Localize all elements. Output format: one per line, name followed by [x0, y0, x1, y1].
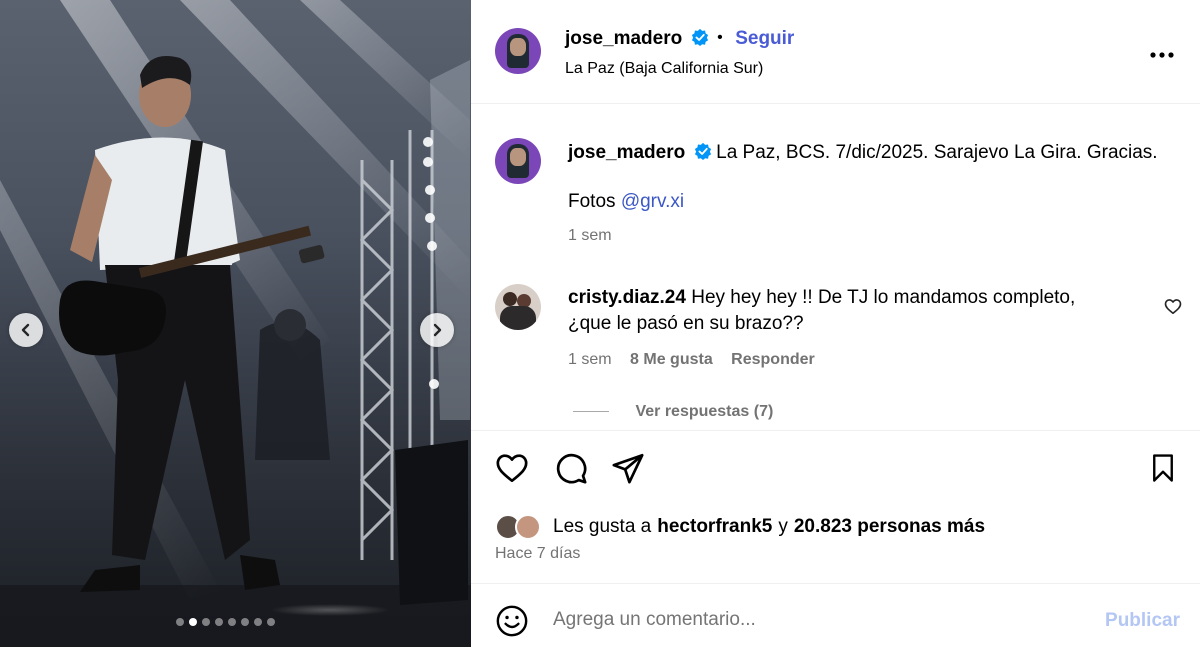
carousel-dot [228, 618, 236, 626]
next-photo-button[interactable] [420, 313, 454, 347]
bookmark-icon[interactable] [1148, 452, 1178, 484]
carousel-dot [241, 618, 249, 626]
carousel-dot [176, 618, 184, 626]
carousel-dot [189, 618, 197, 626]
emoji-icon[interactable] [495, 604, 529, 638]
comment-text-line1: Hey hey hey !! De TJ lo mandamos complet… [691, 287, 1076, 308]
reply-button[interactable]: Responder [731, 351, 815, 368]
follow-button[interactable]: Seguir [735, 28, 794, 49]
publish-button[interactable]: Publicar [1105, 610, 1180, 632]
caption-photos-label: Fotos [568, 191, 616, 212]
view-replies[interactable]: Ver respuestas (7) [573, 403, 773, 421]
post-header: jose_madero • Seguir La Paz (Baja Califo… [471, 0, 1200, 104]
comment-like-heart-icon[interactable] [1164, 298, 1182, 315]
caption-mention-link[interactable]: @grv.xi [621, 191, 684, 212]
comment-bar: Publicar [471, 585, 1200, 647]
author-line: jose_madero • Seguir [565, 28, 794, 50]
post-location[interactable]: La Paz (Baja California Sur) [565, 60, 763, 78]
post-media [0, 0, 471, 647]
heart-icon[interactable] [495, 452, 529, 484]
replies-divider [573, 411, 609, 413]
post-date[interactable]: Hace 7 días [495, 545, 580, 563]
comment-likes[interactable]: 8 Me gusta [630, 351, 713, 368]
more-options-icon[interactable] [1150, 38, 1174, 64]
commenter-avatar[interactable] [495, 284, 541, 330]
post-side-panel: jose_madero • Seguir La Paz (Baja Califo… [471, 0, 1200, 647]
caption-username[interactable]: jose_madero [568, 142, 685, 163]
verified-badge-icon [694, 142, 711, 160]
carousel-dot [254, 618, 262, 626]
follow-separator: • [717, 29, 723, 46]
previous-photo-button[interactable] [9, 313, 43, 347]
caption-time[interactable]: 1 sem [568, 227, 1168, 245]
chevron-right-icon [433, 323, 442, 337]
liker-username[interactable]: hectorfrank5 [657, 516, 772, 538]
likes-summary: Les gusta a hectorfrank5 y 20.823 person… [495, 514, 985, 540]
author-username[interactable]: jose_madero [565, 28, 682, 49]
concert-photo [0, 0, 471, 647]
view-replies-label[interactable]: Ver respuestas (7) [635, 403, 773, 420]
author-avatar[interactable] [495, 28, 541, 74]
caption-text: La Paz, BCS. 7/dic/2025. Sarajevo La Gir… [716, 142, 1158, 163]
comment-time[interactable]: 1 sem [568, 351, 612, 368]
comment: cristy.diaz.24 Hey hey hey !! De TJ lo m… [568, 287, 1128, 369]
carousel-dot [202, 618, 210, 626]
caption: jose_madero La Paz, BCS. 7/dic/2025. Sar… [568, 142, 1168, 245]
comment-input[interactable] [553, 609, 1073, 631]
carousel-dot [215, 618, 223, 626]
share-icon[interactable] [611, 451, 645, 485]
carousel-indicator [176, 618, 275, 626]
liker-avatars[interactable] [495, 514, 551, 540]
likes-prefix: Les gusta a [553, 516, 652, 537]
commenter-username[interactable]: cristy.diaz.24 [568, 287, 686, 308]
carousel-dot [267, 618, 275, 626]
post-actions: Les gusta a hectorfrank5 y 20.823 person… [471, 430, 1200, 584]
chevron-left-icon [21, 323, 30, 337]
caption-author-avatar[interactable] [495, 138, 541, 184]
likes-count[interactable]: 20.823 personas más [794, 516, 985, 538]
comment-icon[interactable] [554, 451, 588, 485]
likes-connector: y [778, 516, 788, 537]
verified-badge-icon [691, 28, 708, 46]
comment-text-line2: ¿que le pasó en su brazo?? [568, 313, 804, 334]
